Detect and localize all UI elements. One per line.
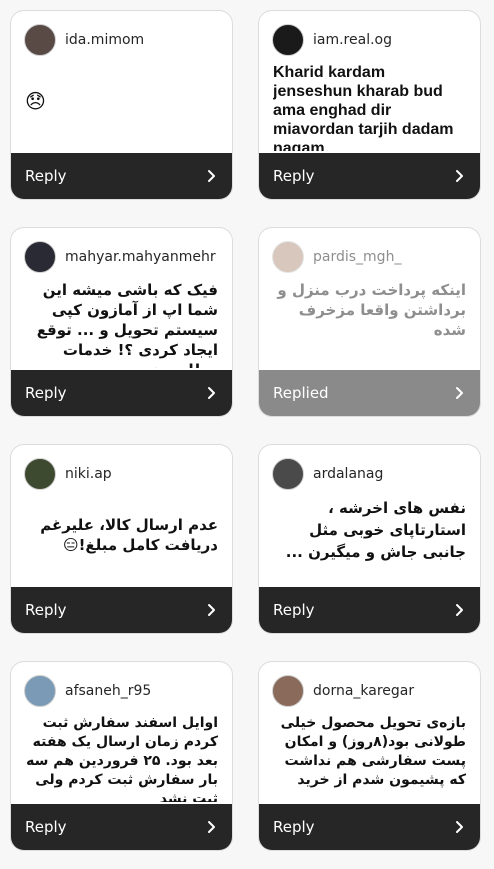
comment-card: ardalanag نفس های اخرشه ، استارتاپای خوب… xyxy=(258,444,481,634)
chevron-right-icon xyxy=(456,604,463,616)
reply-label: Reply xyxy=(273,167,315,185)
comment-text: عدم ارسال کالا، علیرغم دریافت کامل مبلغ!… xyxy=(40,516,218,554)
comment-card: niki.ap عدم ارسال کالا، علیرغم دریافت کا… xyxy=(10,444,233,634)
comment-text: نفس های اخرشه ، استارتاپای خوبی مثل جانب… xyxy=(285,499,466,561)
username[interactable]: mahyar.mahyanmehr xyxy=(65,249,216,265)
comment-card: afsaneh_r95 اوایل اسفند سفارش ثبت کردم ز… xyxy=(10,661,233,851)
reply-button[interactable]: Reply xyxy=(11,804,232,850)
username[interactable]: ardalanag xyxy=(313,466,383,482)
username[interactable]: dorna_karegar xyxy=(313,683,414,699)
card-header: afsaneh_r95 xyxy=(24,674,151,708)
username[interactable]: afsaneh_r95 xyxy=(65,683,151,699)
card-header: mahyar.mahyanmehr xyxy=(24,240,216,274)
chevron-right-icon xyxy=(208,604,215,616)
chevron-right-icon xyxy=(208,170,215,182)
chevron-right-icon xyxy=(456,387,463,399)
avatar[interactable] xyxy=(24,24,56,56)
comment-text: بازه‌ی تحویل محصول خیلی طولانی بود(۸روز)… xyxy=(280,715,466,788)
comment-text: Kharid kardam jenseshun kharab bud ama e… xyxy=(273,64,454,151)
comment-card: iam.real.og Kharid kardam jenseshun khar… xyxy=(258,10,481,200)
avatar[interactable] xyxy=(272,24,304,56)
comments-grid: ida.mimom 😞 Reply iam.real.og Kharid kar… xyxy=(0,0,494,869)
reply-label: Reply xyxy=(25,601,67,619)
chevron-right-icon xyxy=(208,387,215,399)
reply-label: Reply xyxy=(273,818,315,836)
replied-button[interactable]: Replied xyxy=(259,370,480,416)
reply-label: Reply xyxy=(273,601,315,619)
card-header: iam.real.og xyxy=(272,23,392,57)
comment-text: اینکه پرداخت درب منزل و برداشتن واقعا مز… xyxy=(277,281,466,339)
username[interactable]: niki.ap xyxy=(65,466,112,482)
avatar[interactable] xyxy=(24,675,56,707)
reply-label: Reply xyxy=(25,384,67,402)
comment-card: pardis_mgh_ اینکه پرداخت درب منزل و بردا… xyxy=(258,227,481,417)
avatar[interactable] xyxy=(272,675,304,707)
username[interactable]: iam.real.og xyxy=(313,32,392,48)
chevron-right-icon xyxy=(208,821,215,833)
avatar[interactable] xyxy=(24,241,56,273)
comment-text: فیک که باشی میشه این شما اپ از آمازون کپ… xyxy=(36,281,218,368)
card-header: ida.mimom xyxy=(24,23,144,57)
chevron-right-icon xyxy=(456,821,463,833)
reply-button[interactable]: Reply xyxy=(259,587,480,633)
reply-button[interactable]: Reply xyxy=(259,153,480,199)
comment-card: ida.mimom 😞 Reply xyxy=(10,10,233,200)
avatar[interactable] xyxy=(272,241,304,273)
replied-label: Replied xyxy=(273,384,329,402)
comment-text: اوایل اسفند سفارش ثبت کردم زمان ارسال یک… xyxy=(26,715,218,802)
chevron-right-icon xyxy=(456,170,463,182)
username[interactable]: pardis_mgh_ xyxy=(313,249,401,265)
comment-text: 😞 xyxy=(25,91,46,113)
card-header: pardis_mgh_ xyxy=(272,240,401,274)
reply-button[interactable]: Reply xyxy=(11,587,232,633)
username[interactable]: ida.mimom xyxy=(65,32,144,48)
comment-card: mahyar.mahyanmehr فیک که باشی میشه این ش… xyxy=(10,227,233,417)
card-header: dorna_karegar xyxy=(272,674,414,708)
card-header: ardalanag xyxy=(272,457,383,491)
reply-label: Reply xyxy=(25,167,67,185)
reply-button[interactable]: Reply xyxy=(259,804,480,850)
reply-label: Reply xyxy=(25,818,67,836)
reply-button[interactable]: Reply xyxy=(11,153,232,199)
comment-card: dorna_karegar بازه‌ی تحویل محصول خیلی طو… xyxy=(258,661,481,851)
reply-button[interactable]: Reply xyxy=(11,370,232,416)
avatar[interactable] xyxy=(24,458,56,490)
card-header: niki.ap xyxy=(24,457,112,491)
avatar[interactable] xyxy=(272,458,304,490)
